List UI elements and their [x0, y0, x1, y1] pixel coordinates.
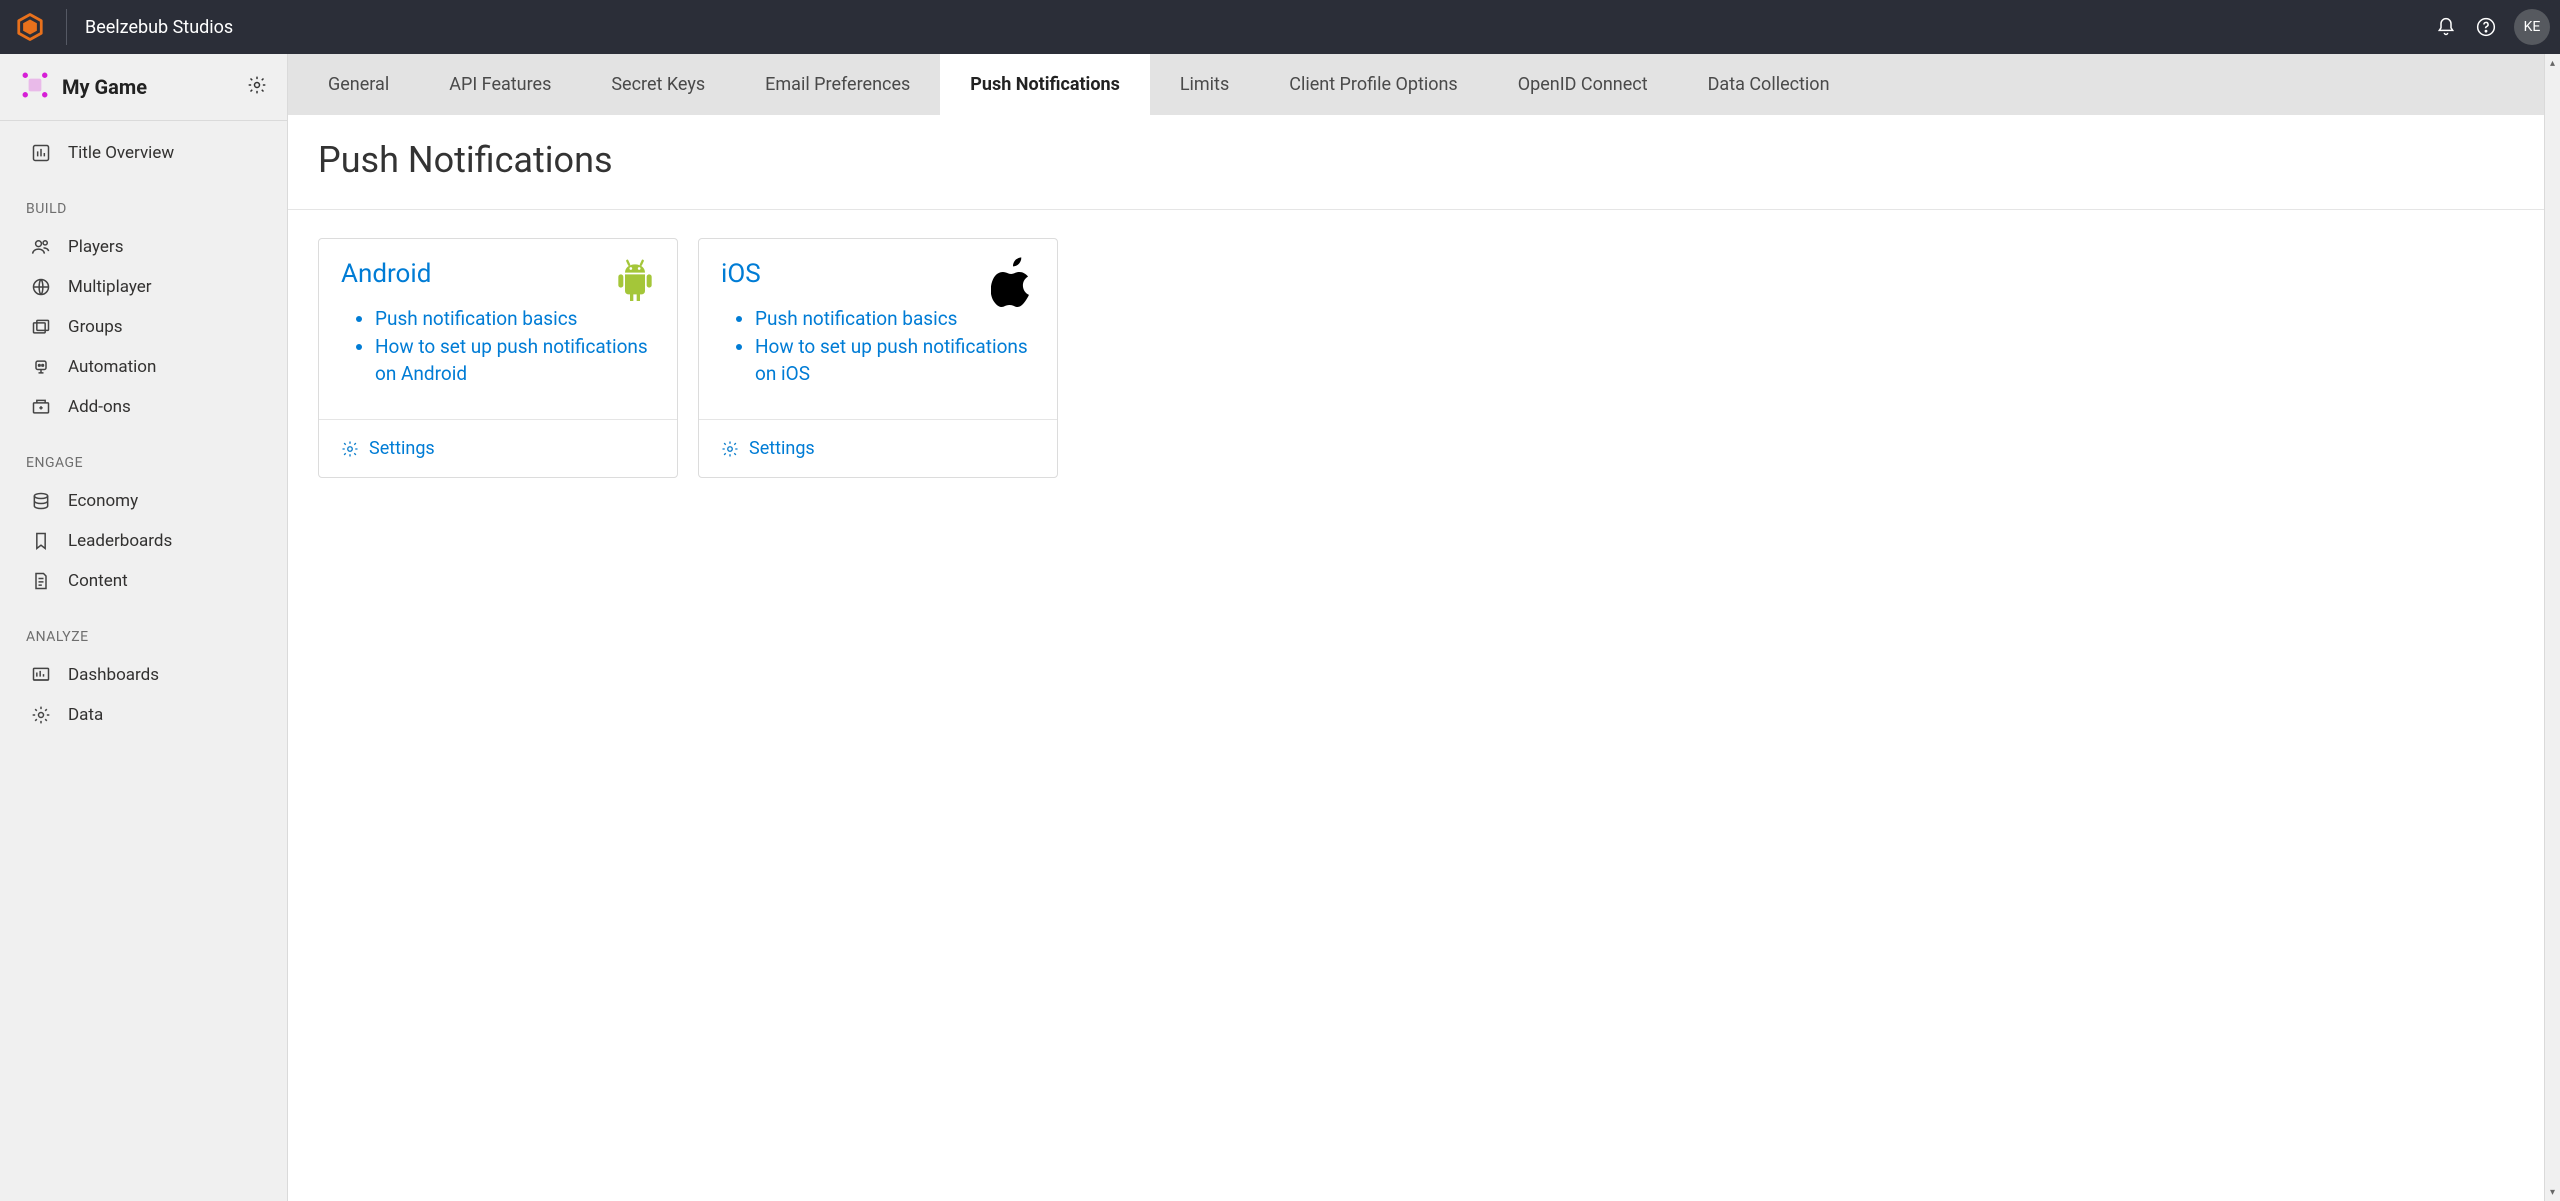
tab-openid-connect[interactable]: OpenID Connect	[1488, 54, 1678, 115]
sidebar-item-dashboards[interactable]: Dashboards	[0, 655, 287, 695]
card-title-ios[interactable]: iOS	[721, 259, 1035, 289]
dashboards-icon	[30, 665, 52, 685]
card-android: Android	[318, 238, 678, 478]
gear-icon	[341, 440, 359, 458]
game-header: My Game	[0, 54, 287, 121]
apple-icon	[991, 257, 1035, 313]
nav-label: Multiplayer	[68, 277, 152, 297]
game-title: My Game	[62, 75, 233, 99]
avatar-initials: KE	[2524, 19, 2541, 35]
top-bar: Beelzebub Studios KE	[0, 0, 2560, 54]
card-android-settings[interactable]: Settings	[319, 419, 677, 477]
tab-general[interactable]: General	[298, 54, 419, 115]
tab-secret-keys[interactable]: Secret Keys	[581, 54, 735, 115]
globe-icon	[30, 277, 52, 297]
document-icon	[30, 571, 52, 591]
page-header: Push Notifications	[288, 115, 2544, 210]
card-ios: iOS Push notification basics How to set …	[698, 238, 1058, 478]
nav-label: Data	[68, 705, 103, 725]
tab-api-features[interactable]: API Features	[419, 54, 581, 115]
link-android-setup[interactable]: How to set up push notifications on Andr…	[375, 333, 655, 388]
nav-label: Dashboards	[68, 665, 159, 685]
sidebar: My Game Title Overview BUILD Players Mul…	[0, 54, 288, 1201]
notifications-icon[interactable]	[2426, 7, 2466, 47]
scroll-down-icon[interactable]: ▾	[2545, 1183, 2560, 1201]
economy-icon	[30, 491, 52, 511]
divider	[66, 9, 67, 45]
settings-tabs: General API Features Secret Keys Email P…	[288, 54, 2544, 115]
section-build: BUILD	[0, 173, 287, 227]
nav-label: Add-ons	[68, 397, 131, 417]
tab-email-preferences[interactable]: Email Preferences	[735, 54, 940, 115]
page-title: Push Notifications	[318, 139, 2514, 181]
sidebar-item-content[interactable]: Content	[0, 561, 287, 601]
main-content: General API Features Secret Keys Email P…	[288, 54, 2544, 1201]
tab-limits[interactable]: Limits	[1150, 54, 1259, 115]
studio-name[interactable]: Beelzebub Studios	[85, 17, 233, 38]
sidebar-item-addons[interactable]: Add-ons	[0, 387, 287, 427]
nav-label: Content	[68, 571, 128, 591]
scroll-up-icon[interactable]: ▴	[2545, 54, 2560, 72]
sidebar-item-data[interactable]: Data	[0, 695, 287, 735]
platform-cards: Android	[288, 210, 2544, 506]
tab-data-collection[interactable]: Data Collection	[1678, 54, 1860, 115]
gear-icon	[721, 440, 739, 458]
sidebar-item-automation[interactable]: Automation	[0, 347, 287, 387]
link-ios-setup[interactable]: How to set up push notifications on iOS	[755, 333, 1035, 388]
game-icon	[22, 72, 48, 102]
nav-label: Automation	[68, 357, 156, 377]
bookmark-icon	[30, 531, 52, 551]
sidebar-item-title-overview[interactable]: Title Overview	[0, 133, 287, 173]
vertical-scrollbar[interactable]: ▴ ▾	[2544, 54, 2560, 1201]
section-analyze: ANALYZE	[0, 601, 287, 655]
settings-label: Settings	[749, 438, 815, 459]
card-title-android[interactable]: Android	[341, 259, 655, 289]
settings-label: Settings	[369, 438, 435, 459]
user-avatar[interactable]: KE	[2514, 9, 2550, 45]
players-icon	[30, 237, 52, 257]
sidebar-item-groups[interactable]: Groups	[0, 307, 287, 347]
link-android-basics[interactable]: Push notification basics	[375, 305, 655, 333]
sidebar-item-economy[interactable]: Economy	[0, 481, 287, 521]
android-icon	[615, 257, 655, 309]
nav-label: Groups	[68, 317, 123, 337]
nav-label: Economy	[68, 491, 138, 511]
help-icon[interactable]	[2466, 7, 2506, 47]
data-icon	[30, 705, 52, 725]
sidebar-item-multiplayer[interactable]: Multiplayer	[0, 267, 287, 307]
tab-client-profile-options[interactable]: Client Profile Options	[1259, 54, 1487, 115]
nav-label: Leaderboards	[68, 531, 172, 551]
automation-icon	[30, 357, 52, 377]
sidebar-item-players[interactable]: Players	[0, 227, 287, 267]
section-engage: ENGAGE	[0, 427, 287, 481]
nav-label: Players	[68, 237, 123, 257]
card-ios-settings[interactable]: Settings	[699, 419, 1057, 477]
tab-push-notifications[interactable]: Push Notifications	[940, 54, 1150, 115]
addons-icon	[30, 397, 52, 417]
groups-icon	[30, 317, 52, 337]
sidebar-item-leaderboards[interactable]: Leaderboards	[0, 521, 287, 561]
playfab-logo-icon[interactable]	[12, 9, 48, 45]
game-settings-icon[interactable]	[247, 75, 267, 99]
nav-label: Title Overview	[68, 143, 174, 163]
chart-icon	[30, 143, 52, 163]
